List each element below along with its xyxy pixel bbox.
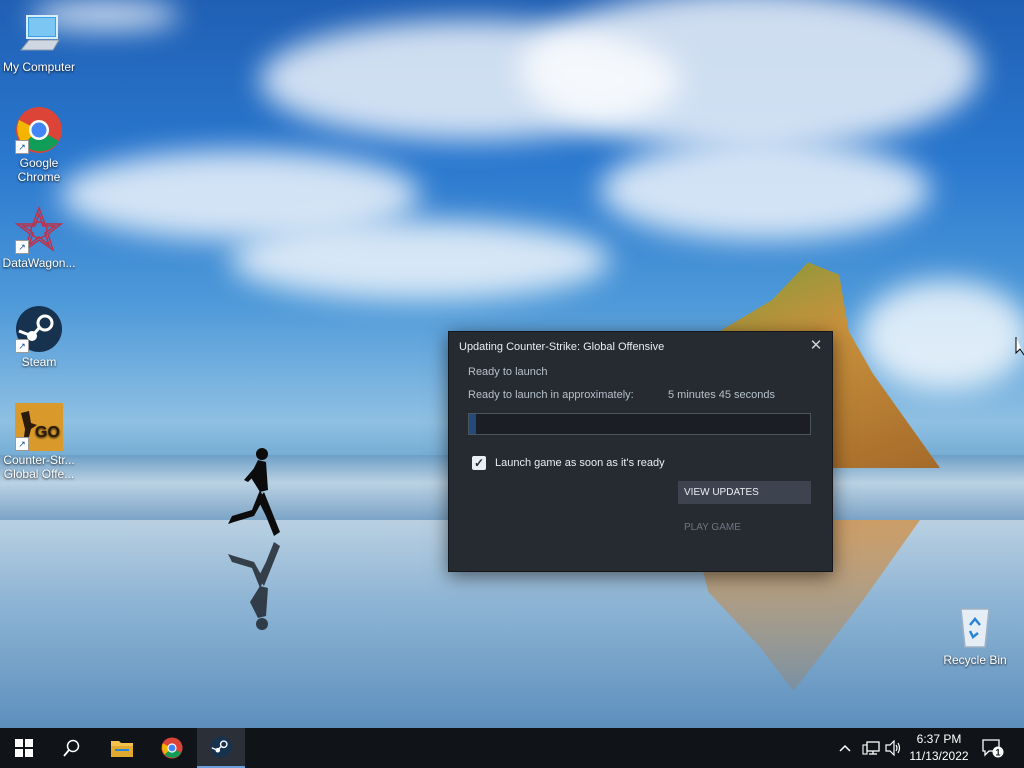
- launch-when-ready-label[interactable]: Launch game as soon as it's ready: [495, 457, 665, 469]
- taskbar: 6:37 PM 11/13/2022 1: [0, 728, 1024, 768]
- mouse-cursor: [1015, 337, 1024, 356]
- datawagon-icon: ↗: [14, 205, 64, 254]
- runner-reflection: [228, 542, 280, 630]
- close-icon[interactable]: ✕: [808, 338, 824, 354]
- play-game-button[interactable]: PLAY GAME: [678, 516, 811, 539]
- search-icon: [63, 739, 80, 757]
- chrome-icon: [161, 737, 183, 759]
- action-center-button[interactable]: 1: [982, 728, 1004, 768]
- clock-date: 11/13/2022: [909, 749, 969, 763]
- progress-bar: [468, 413, 811, 435]
- eta-label: Ready to launch in approximately:: [468, 389, 634, 401]
- network-icon: [862, 741, 880, 755]
- clock[interactable]: 6:37 PM 11/13/2022: [906, 731, 972, 765]
- steam-icon: [210, 736, 232, 758]
- desktop-icon-label: Google Chrome: [17, 156, 61, 184]
- desktop-icon-label: Counter-Str... Global Offe...: [3, 453, 75, 481]
- chrome-icon: ↗: [15, 106, 63, 154]
- steam-taskbar-button[interactable]: [197, 728, 245, 768]
- shortcut-arrow-icon: ↗: [15, 140, 29, 154]
- recycle-bin-icon: [951, 603, 999, 651]
- start-icon: [15, 739, 33, 757]
- shortcut-arrow-icon: ↗: [15, 437, 29, 451]
- chrome-taskbar-button[interactable]: [148, 728, 196, 768]
- desktop-icon-label: Recycle Bin: [943, 653, 1007, 667]
- show-hidden-icons-button[interactable]: [838, 728, 852, 768]
- desktop-icon-my-computer[interactable]: My Computer: [1, 10, 77, 74]
- view-updates-button[interactable]: VIEW UPDATES: [678, 481, 811, 504]
- status-text: Ready to launch: [468, 366, 548, 378]
- volume-tray-button[interactable]: [885, 728, 903, 768]
- desktop-icon-steam[interactable]: ↗ Steam: [1, 305, 77, 369]
- notification-count: 1: [995, 748, 1000, 758]
- shortcut-arrow-icon: ↗: [15, 240, 29, 254]
- file-explorer-button[interactable]: [98, 728, 146, 768]
- launch-when-ready-checkbox[interactable]: ✓: [472, 456, 486, 470]
- eta-value: 5 minutes 45 seconds: [668, 389, 776, 401]
- volume-icon: [885, 740, 901, 756]
- desktop-icon-label: Steam: [21, 355, 57, 369]
- notification-icon: 1: [982, 739, 1004, 758]
- cloud: [230, 220, 610, 300]
- file-explorer-icon: [111, 741, 133, 757]
- csgo-icon: GO ↗: [15, 403, 63, 451]
- desktop-icon-datawagon[interactable]: ↗ DataWagon...: [1, 205, 77, 270]
- svg-text:GO: GO: [35, 424, 60, 441]
- clock-time: 6:37 PM: [916, 732, 962, 746]
- update-dialog: Updating Counter-Strike: Global Offensiv…: [448, 331, 833, 572]
- computer-icon: [15, 10, 63, 58]
- start-button[interactable]: [0, 728, 48, 768]
- network-tray-button[interactable]: [862, 728, 880, 768]
- desktop-icon-label: DataWagon...: [2, 256, 76, 270]
- desktop-icon-recycle-bin[interactable]: Recycle Bin: [937, 603, 1013, 667]
- desktop-icon-google-chrome[interactable]: ↗ Google Chrome: [1, 106, 77, 184]
- steam-icon: ↗: [15, 305, 63, 353]
- shortcut-arrow-icon: ↗: [15, 339, 29, 353]
- dialog-title: Updating Counter-Strike: Global Offensiv…: [459, 341, 665, 353]
- progress-fill: [469, 414, 476, 434]
- cloud: [860, 280, 1024, 390]
- cloud: [600, 140, 930, 240]
- chevron-up-icon: [839, 744, 851, 752]
- search-button[interactable]: [48, 728, 96, 768]
- desktop-icon-csgo[interactable]: GO ↗ Counter-Str... Global Offe...: [1, 403, 77, 481]
- desktop-icon-label: My Computer: [2, 60, 76, 74]
- runner-silhouette: [228, 448, 280, 536]
